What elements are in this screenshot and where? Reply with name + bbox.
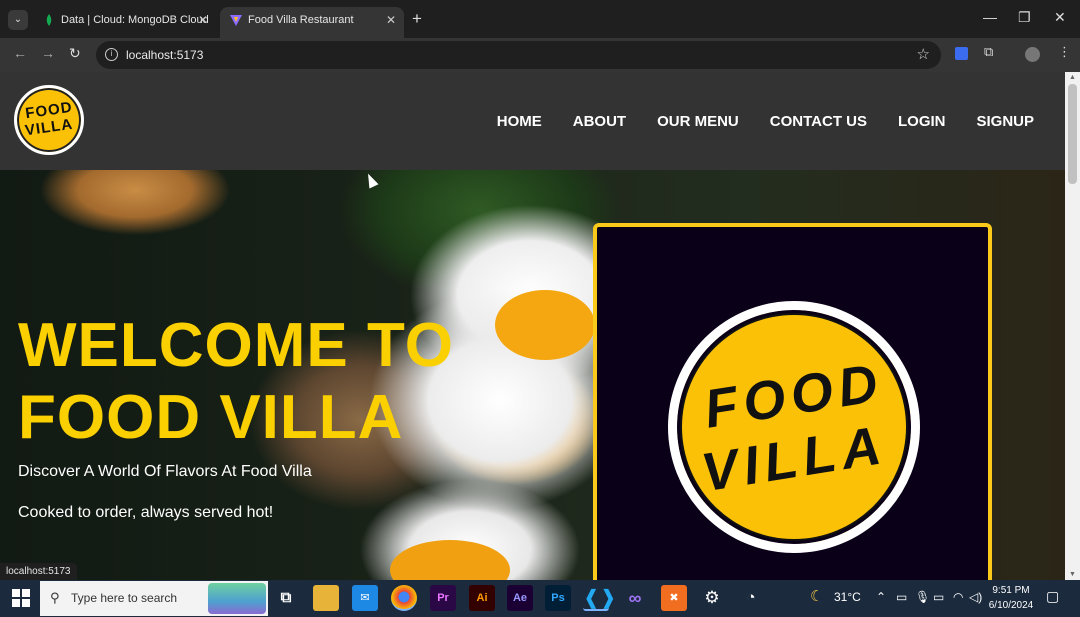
hero-section: WELCOME TO FOOD VILLA Discover A World O… bbox=[0, 170, 1065, 580]
hero-background-image bbox=[390, 540, 510, 580]
battery-icon[interactable]: ▭ bbox=[933, 590, 944, 604]
hero-tagline: Discover A World Of Flavors At Food Vill… bbox=[18, 463, 312, 480]
task-view-icon[interactable]: ⧉ bbox=[273, 585, 299, 611]
extension-icon[interactable] bbox=[955, 47, 968, 60]
tab-title: Food Villa Restaurant bbox=[248, 14, 354, 26]
browser-toolbar: ← → ↻ i localhost:5173 ☆ ⧉ ⋮ bbox=[0, 38, 1080, 72]
restore-icon[interactable]: ❐ bbox=[1018, 9, 1031, 26]
windows-start-icon[interactable] bbox=[12, 589, 30, 607]
weather-temperature[interactable]: 31°C bbox=[834, 590, 861, 604]
weather-moon-icon[interactable]: ☾ bbox=[810, 587, 823, 605]
close-window-icon[interactable]: ✕ bbox=[1054, 9, 1066, 26]
hero-title: WELCOME TO FOOD VILLA bbox=[18, 310, 454, 454]
vscode-icon[interactable]: ❰❱ bbox=[583, 585, 617, 611]
show-hidden-icons-icon[interactable]: ⌃ bbox=[876, 590, 886, 604]
scroll-down-icon[interactable]: ▼ bbox=[1069, 571, 1076, 578]
taskbar-search[interactable]: ⚲ Type here to search bbox=[40, 581, 268, 616]
visual-studio-icon[interactable]: ∞ bbox=[622, 585, 648, 611]
hero-background-image bbox=[495, 290, 595, 360]
extensions-puzzle-icon[interactable]: ⧉ bbox=[984, 44, 993, 60]
page-scrollbar[interactable]: ▲ ▼ bbox=[1065, 72, 1080, 580]
profile-avatar[interactable] bbox=[1025, 47, 1040, 62]
bookmark-star-icon[interactable]: ☆ bbox=[917, 45, 930, 63]
clock-date: 6/10/2024 bbox=[988, 600, 1034, 611]
hero-logo-card: FOOD VILLA bbox=[593, 223, 992, 580]
forward-icon[interactable]: → bbox=[41, 45, 55, 61]
nav-login[interactable]: LOGIN bbox=[898, 113, 946, 130]
nav-home[interactable]: HOME bbox=[497, 113, 542, 130]
nav-contact-us[interactable]: CONTACT US bbox=[770, 113, 867, 130]
url-text[interactable]: localhost:5173 bbox=[126, 48, 203, 62]
minimize-icon[interactable]: — bbox=[983, 9, 997, 25]
address-bar[interactable]: i localhost:5173 ☆ bbox=[96, 41, 941, 69]
photoshop-icon[interactable]: Ps bbox=[545, 585, 571, 611]
browser-tab-strip: ⌄ Data | Cloud: MongoDB Cloud ✕ Food Vil… bbox=[0, 0, 1080, 38]
site-header: FOOD VILLA HOME ABOUT OUR MENU CONTACT U… bbox=[0, 72, 1065, 170]
nav-our-menu[interactable]: OUR MENU bbox=[657, 113, 739, 130]
chrome-icon[interactable] bbox=[391, 585, 417, 611]
xampp-icon[interactable]: ✖ bbox=[661, 585, 687, 611]
main-nav: HOME ABOUT OUR MENU CONTACT US LOGIN SIG… bbox=[497, 113, 1034, 130]
after-effects-icon[interactable]: Ae bbox=[507, 585, 533, 611]
reload-icon[interactable]: ↻ bbox=[69, 45, 81, 62]
premiere-pro-icon[interactable]: Pr bbox=[430, 585, 456, 611]
site-info-icon[interactable]: i bbox=[105, 48, 118, 61]
hero-title-line2: FOOD VILLA bbox=[18, 383, 404, 452]
close-tab-icon[interactable]: ✕ bbox=[198, 7, 208, 33]
windows-taskbar: ⚲ Type here to search ⧉ ✉ Pr Ai Ae Ps ❰❱… bbox=[0, 580, 1080, 617]
clock-time: 9:51 PM bbox=[992, 585, 1030, 596]
close-tab-icon[interactable]: ✕ bbox=[386, 7, 396, 33]
vite-icon bbox=[230, 15, 242, 26]
illustrator-icon[interactable]: Ai bbox=[469, 585, 495, 611]
tab-search-button[interactable]: ⌄ bbox=[8, 10, 28, 30]
status-bar-url: localhost:5173 bbox=[0, 563, 77, 580]
hero-title-line1: WELCOME TO bbox=[18, 311, 454, 380]
tab-food-villa[interactable]: Food Villa Restaurant ✕ bbox=[220, 7, 404, 38]
microphone-icon[interactable]: 🎙 bbox=[915, 590, 930, 604]
file-explorer-icon[interactable] bbox=[313, 585, 339, 611]
nav-signup[interactable]: SIGNUP bbox=[976, 113, 1034, 130]
mail-icon[interactable]: ✉ bbox=[352, 585, 378, 611]
tab-mongodb[interactable]: Data | Cloud: MongoDB Cloud ✕ bbox=[33, 7, 216, 38]
meet-now-icon[interactable]: ▭ bbox=[896, 590, 907, 604]
search-icon: ⚲ bbox=[50, 590, 60, 605]
scroll-up-icon[interactable]: ▲ bbox=[1069, 74, 1076, 81]
wifi-icon[interactable]: ◠ bbox=[953, 590, 963, 604]
back-icon[interactable]: ← bbox=[13, 45, 27, 61]
search-highlight-image bbox=[208, 583, 266, 614]
menu-kebab-icon[interactable]: ⋮ bbox=[1058, 44, 1071, 60]
mongodb-leaf-icon bbox=[46, 14, 52, 26]
system-clock[interactable]: 9:51 PM 6/10/2024 bbox=[986, 583, 1036, 613]
volume-icon[interactable]: ◁) bbox=[969, 590, 982, 604]
notifications-icon[interactable]: ▢ bbox=[1046, 588, 1059, 605]
site-logo[interactable]: FOOD VILLA bbox=[14, 85, 84, 155]
speedtest-icon[interactable]: ◔ bbox=[738, 585, 764, 611]
settings-gear-icon[interactable]: ⚙ bbox=[699, 585, 725, 611]
food-villa-logo: FOOD VILLA bbox=[668, 301, 920, 553]
taskbar-search-placeholder: Type here to search bbox=[71, 591, 178, 605]
new-tab-button[interactable]: + bbox=[412, 9, 422, 29]
nav-about[interactable]: ABOUT bbox=[573, 113, 626, 130]
tab-title: Data | Cloud: MongoDB Cloud bbox=[61, 14, 209, 26]
web-page: FOOD VILLA HOME ABOUT OUR MENU CONTACT U… bbox=[0, 72, 1065, 580]
hero-subtagline: Cooked to order, always served hot! bbox=[18, 504, 274, 521]
scrollbar-thumb[interactable] bbox=[1068, 84, 1077, 184]
